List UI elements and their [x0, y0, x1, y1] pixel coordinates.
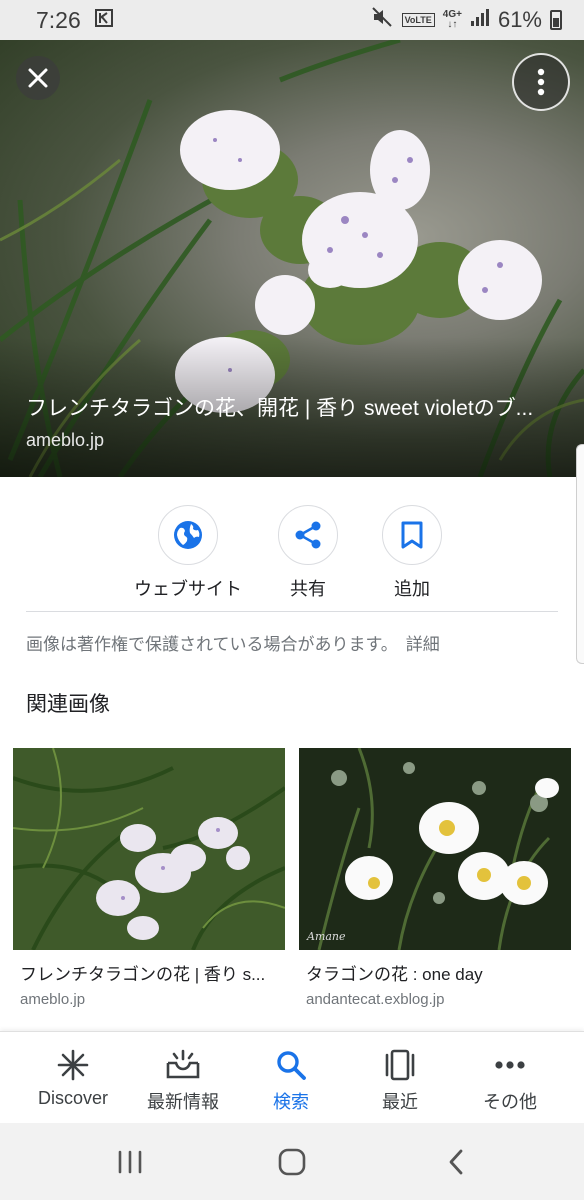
website-circle[interactable] [158, 505, 218, 565]
share-circle[interactable] [278, 505, 338, 565]
nav-discover[interactable]: Discover [15, 1048, 131, 1109]
add-circle[interactable] [382, 505, 442, 565]
status-time: 7:26 [36, 6, 81, 33]
details-link[interactable]: 詳細 [406, 635, 440, 654]
nav-more[interactable]: その他 [452, 1048, 568, 1114]
updates-inbox-icon [166, 1048, 200, 1082]
nav-label: Discover [37, 1088, 108, 1108]
related-caption[interactable]: タラゴンの花 : one day [299, 960, 571, 985]
photo-watermark: Amane [306, 930, 346, 943]
share-icon [295, 521, 321, 549]
related-images-heading: 関連画像 [26, 693, 110, 716]
search-icon [275, 1048, 307, 1082]
close-icon [28, 68, 48, 88]
home-button[interactable] [262, 1147, 322, 1177]
related-photo-anemone: Amane [299, 748, 571, 950]
nav-label: 最近 [382, 1092, 418, 1112]
add-button[interactable]: 追加 [347, 505, 477, 601]
add-label: 追加 [394, 579, 430, 599]
status-bar: 7:26 VoLTE 4G+ ↓↑ 61% [0, 0, 584, 40]
image-source[interactable]: ameblo.jp [26, 430, 104, 451]
copyright-text: 画像は著作権で保護されている場合があります。 [26, 635, 398, 654]
system-navigation-bar [0, 1123, 584, 1200]
bookmark-icon [401, 521, 423, 549]
action-row: ウェブサイト 共有 追加 [0, 505, 584, 605]
nav-search[interactable]: 検索 [233, 1048, 349, 1114]
battery-percent: 61% [497, 7, 542, 32]
related-thumbnail[interactable] [13, 748, 285, 950]
signal-icon [470, 7, 490, 33]
bottom-navigation: Discover 最新情報 検索 最近 その他 [0, 1031, 584, 1123]
related-caption[interactable]: フレンチタラゴンの花 | 香り s... [13, 960, 285, 985]
divider [26, 611, 558, 612]
related-photo-tarragon [13, 748, 285, 950]
nav-label: その他 [483, 1092, 537, 1112]
hero-image[interactable]: フレンチタラゴンの花、開花 | 香り sweet violetのブ... ame… [0, 40, 584, 477]
globe-icon [174, 521, 202, 549]
image-title[interactable]: フレンチタラゴンの花、開花 | 香り sweet violetのブ... [26, 392, 566, 422]
more-options-button[interactable] [512, 53, 570, 111]
share-label: 共有 [290, 579, 326, 599]
related-source: andantecat.exblog.jp [306, 991, 445, 1008]
related-image-card[interactable]: フレンチタラゴンの花 | 香り s... ameblo.jp [13, 748, 285, 1008]
home-icon [278, 1148, 306, 1176]
volte-badge: VoLTE [401, 13, 435, 27]
mute-icon [371, 7, 394, 33]
close-button[interactable] [16, 56, 60, 100]
back-icon [449, 1149, 463, 1175]
copyright-notice: 画像は著作権で保護されている場合があります。 詳細 [26, 630, 440, 655]
more-horiz-icon [494, 1048, 526, 1082]
website-button[interactable]: ウェブサイト [123, 505, 253, 601]
website-label: ウェブサイト [134, 579, 242, 599]
battery-icon [550, 10, 562, 30]
discover-asterisk-icon [57, 1048, 89, 1082]
related-image-card[interactable]: Amane タラゴンの花 : one day andantecat.exblog… [299, 748, 571, 1008]
nav-label: 検索 [273, 1092, 309, 1112]
recent-apps-button[interactable] [100, 1147, 160, 1177]
network-type: 4G+ ↓↑ [442, 9, 462, 30]
more-vert-icon [537, 68, 545, 96]
status-right-icons: VoLTE 4G+ ↓↑ 61% [371, 7, 562, 33]
back-button[interactable] [426, 1147, 486, 1177]
nav-recent[interactable]: 最近 [342, 1048, 458, 1114]
notification-k-icon [94, 8, 113, 32]
recent-cards-icon [383, 1048, 417, 1082]
recent-apps-icon [118, 1150, 142, 1174]
nav-label: 最新情報 [147, 1092, 219, 1112]
related-thumbnail[interactable]: Amane [299, 748, 571, 950]
nav-updates[interactable]: 最新情報 [125, 1048, 241, 1114]
related-source: ameblo.jp [20, 991, 86, 1008]
